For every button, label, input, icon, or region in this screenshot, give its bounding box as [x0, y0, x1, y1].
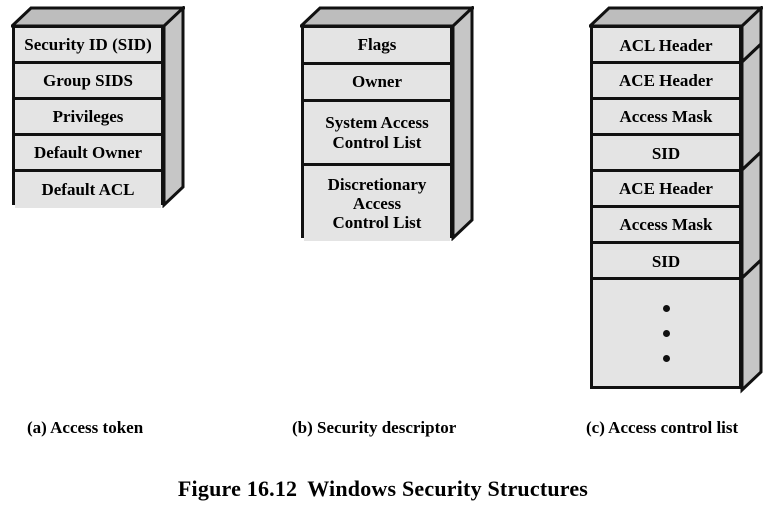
row-label: ACE Header [619, 178, 713, 198]
row-label: Default Owner [33, 142, 143, 162]
table-row: ACE Header [593, 172, 739, 208]
vertical-ellipsis-icon [593, 280, 739, 386]
figure-number: Figure 16.12 [177, 476, 298, 501]
table-row: Group SIDS [15, 64, 161, 100]
caption-access-token: (a) Access token [27, 418, 144, 437]
security-descriptor-right-face [451, 6, 475, 241]
caption-security-descriptor: (b) Security descriptor [292, 418, 457, 437]
row-label: Flags [357, 35, 397, 55]
row-label: SID [651, 252, 681, 272]
table-row: SID [593, 136, 739, 172]
row-label: ACL Header [619, 36, 713, 56]
access-token-right-face [162, 6, 186, 208]
table-row: ACL Header [593, 28, 739, 64]
acl-header-block: ACL Header [589, 6, 763, 66]
ace-entry-block-1: ACE Header Access Mask SID [590, 42, 763, 174]
table-row: Owner [304, 65, 450, 102]
acl-continuation-right-face [740, 258, 764, 394]
row-label: ACE Header [619, 70, 713, 90]
table-row: Default ACL [15, 172, 161, 208]
security-descriptor-rows: Flags Owner System Access Control List D… [301, 25, 453, 241]
table-row: Discretionary Access Control List [304, 166, 450, 241]
table-row: Security ID (SID) [15, 28, 161, 64]
row-label: Group SIDS [43, 70, 133, 90]
access-token-block: Security ID (SID) Group SIDS Privileges … [11, 6, 185, 208]
table-row: Privileges [15, 100, 161, 136]
row-label: Discretionary Access Control List [327, 174, 427, 233]
table-row: Access Mask [593, 208, 739, 244]
row-label: Default ACL [41, 180, 135, 200]
table-row: SID [593, 244, 739, 280]
ellipsis-dot [662, 354, 670, 362]
ellipsis-dot [662, 304, 670, 312]
acl-header-rows: ACL Header [590, 25, 742, 64]
figure-canvas: Security ID (SID) Group SIDS Privileges … [0, 0, 766, 509]
ace-1-rows: ACE Header Access Mask SID [590, 61, 742, 172]
figure-title-text: Windows Security Structures [307, 476, 589, 501]
table-row: Default Owner [15, 136, 161, 172]
ace-entry-block-2: ACE Header Access Mask SID [590, 150, 763, 282]
table-row: ACE Header [593, 64, 739, 100]
security-descriptor-block: Flags Owner System Access Control List D… [300, 6, 474, 241]
figure-title: Figure 16.12 Windows Security Structures [0, 476, 766, 502]
row-label: Access Mask [619, 106, 713, 126]
row-label: Privileges [52, 106, 124, 126]
row-label: System Access Control List [325, 113, 429, 152]
table-row: System Access Control List [304, 102, 450, 166]
table-row: Flags [304, 28, 450, 65]
row-label: Owner [351, 72, 403, 92]
caption-access-control-list: (c) Access control list [586, 418, 739, 437]
row-label: Access Mask [619, 214, 713, 234]
ace-2-rows: ACE Header Access Mask SID [590, 169, 742, 280]
acl-continuation-block [590, 258, 763, 394]
row-label: SID [651, 144, 681, 164]
access-token-rows: Security ID (SID) Group SIDS Privileges … [12, 25, 164, 208]
row-label: Security ID (SID) [24, 34, 152, 54]
ellipsis-dot [662, 329, 670, 337]
acl-continuation-rows [590, 277, 742, 389]
table-row: Access Mask [593, 100, 739, 136]
